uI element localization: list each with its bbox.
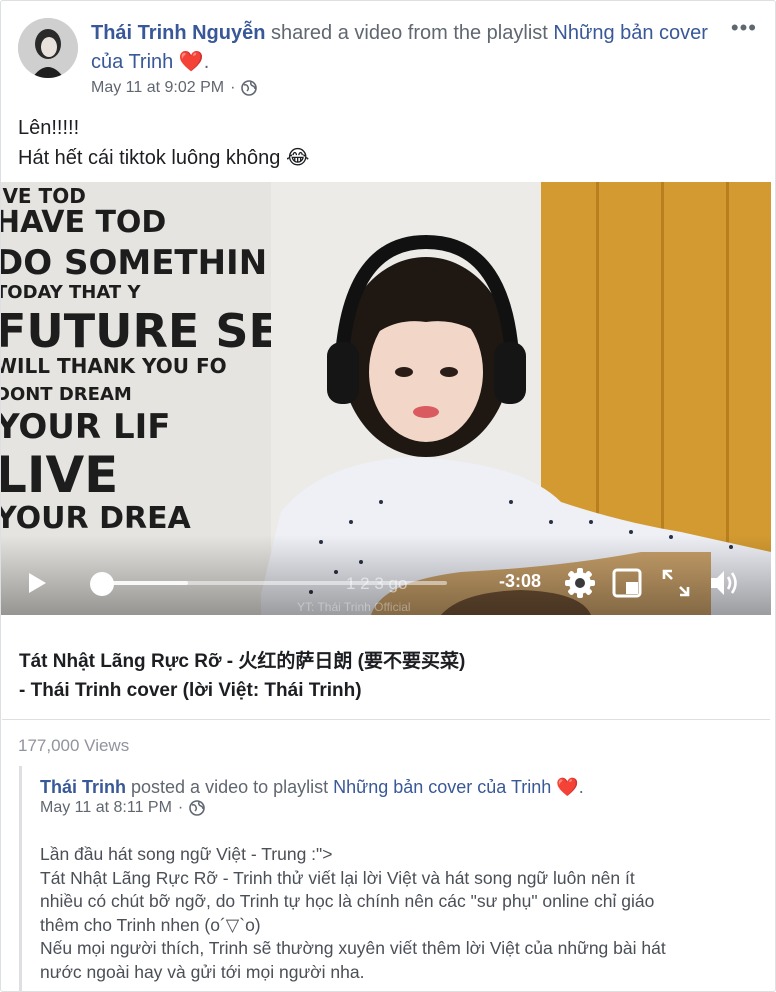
progress-scrubber[interactable]: [90, 572, 114, 596]
original-playlist-link[interactable]: Những bản cover của Trinh: [333, 777, 551, 797]
globe-icon[interactable]: [189, 800, 206, 816]
view-count: 177,000 Views: [18, 736, 130, 755]
wall-poster-text: IVE TOD HAVE TOD DO SOMETHIN TODAY THAT Y FU…: [1, 184, 280, 534]
original-author-name[interactable]: Thái Trinh: [40, 777, 126, 797]
body-line: Tát Nhật Lãng Rực Rỡ - Trinh thử viết lạ…: [40, 867, 635, 888]
heart-emoji: ❤️: [178, 51, 204, 73]
original-post-header: Thái Trinh posted a video to playlist Nh…: [40, 774, 740, 800]
facebook-post: Thái Trinh Nguyễn shared a video from th…: [0, 0, 776, 992]
original-action-text: posted a video to playlist: [126, 777, 334, 797]
post-text-line: Hát hết cái tiktok luông không 😂: [18, 147, 310, 169]
wall-poster-line: DONT DREAM: [1, 384, 132, 405]
body-line: thêm cho Trinh nhen (o´▽`o): [40, 914, 261, 935]
video-title-line: Tát Nhật Lãng Rực Rỡ - 火红的萨日朗 (要不要买菜): [19, 651, 466, 672]
original-timestamp[interactable]: May 11 at 8:11 PM: [40, 799, 172, 817]
fullscreen-icon[interactable]: [659, 566, 693, 600]
wall-poster-line: LIVE: [1, 446, 119, 504]
body-line: Nếu mọi người thích, Trinh sẽ thường xuy…: [40, 938, 666, 958]
avatar[interactable]: [18, 18, 78, 78]
body-line: nhiều có chút bỡ ngỡ, do Trinh tự học là…: [40, 891, 655, 911]
header-period: .: [203, 51, 210, 73]
avatar-photo: [18, 18, 78, 78]
more-options-icon[interactable]: •••: [731, 15, 757, 41]
wall-poster-line: YOUR LIF: [1, 407, 171, 447]
play-icon[interactable]: [25, 571, 49, 595]
picture-in-picture-icon[interactable]: [611, 566, 645, 600]
original-header-period: .: [578, 777, 584, 797]
divider: [2, 719, 770, 720]
post-meta: May 11 at 9:02 PM ·: [91, 79, 258, 97]
author-name[interactable]: Thái Trinh Nguyễn: [91, 22, 265, 44]
original-post-meta: May 11 at 8:11 PM ·: [40, 799, 206, 817]
meta-separator: ·: [177, 799, 184, 816]
video-title[interactable]: Tát Nhật Lãng Rực Rỡ - 火红的萨日朗 (要不要买菜) - …: [19, 647, 719, 705]
wall-poster-line: YOUR DREA: [1, 501, 191, 536]
post-header: Thái Trinh Nguyễn shared a video from th…: [91, 19, 711, 77]
post-text-line: Lên!!!!!: [18, 117, 80, 139]
original-post: Thái Trinh posted a video to playlist Nh…: [19, 766, 759, 992]
video-title-line: - Thái Trinh cover (lời Việt: Thái Trinh…: [19, 680, 362, 701]
wall-poster-line: WILL THANK YOU FO: [1, 354, 227, 378]
original-post-body: Lần đầu hát song ngữ Việt - Trung :"> Tá…: [40, 843, 752, 984]
video-watermark: YT: Thái Trinh Official: [297, 600, 411, 614]
wall-poster-line: FUTURE SE: [1, 304, 280, 358]
time-remaining: -3:08: [499, 571, 542, 591]
body-line: Lần đầu hát song ngữ Việt - Trung :">: [40, 844, 333, 864]
volume-icon[interactable]: [707, 566, 741, 600]
post-timestamp[interactable]: May 11 at 9:02 PM: [91, 79, 224, 97]
meta-separator: ·: [230, 79, 236, 96]
share-action-text: shared a video from the playlist: [265, 22, 554, 44]
globe-icon[interactable]: [241, 80, 258, 96]
wall-poster-line: HAVE TOD: [1, 205, 167, 240]
wall-poster-line: DO SOMETHIN: [1, 243, 268, 283]
wall-poster-line: IVE TOD: [1, 184, 86, 208]
wall-poster-line: TODAY THAT Y: [1, 282, 141, 303]
settings-gear-icon[interactable]: [563, 566, 597, 600]
video-player[interactable]: IVE TOD HAVE TOD DO SOMETHIN TODAY THAT Y FU…: [1, 182, 771, 615]
heart-emoji: ❤️: [556, 777, 579, 797]
body-line: nước ngoài hay và gửi tới mọi người nha.: [40, 961, 365, 982]
post-text: Lên!!!!! Hát hết cái tiktok luông không …: [18, 113, 309, 173]
